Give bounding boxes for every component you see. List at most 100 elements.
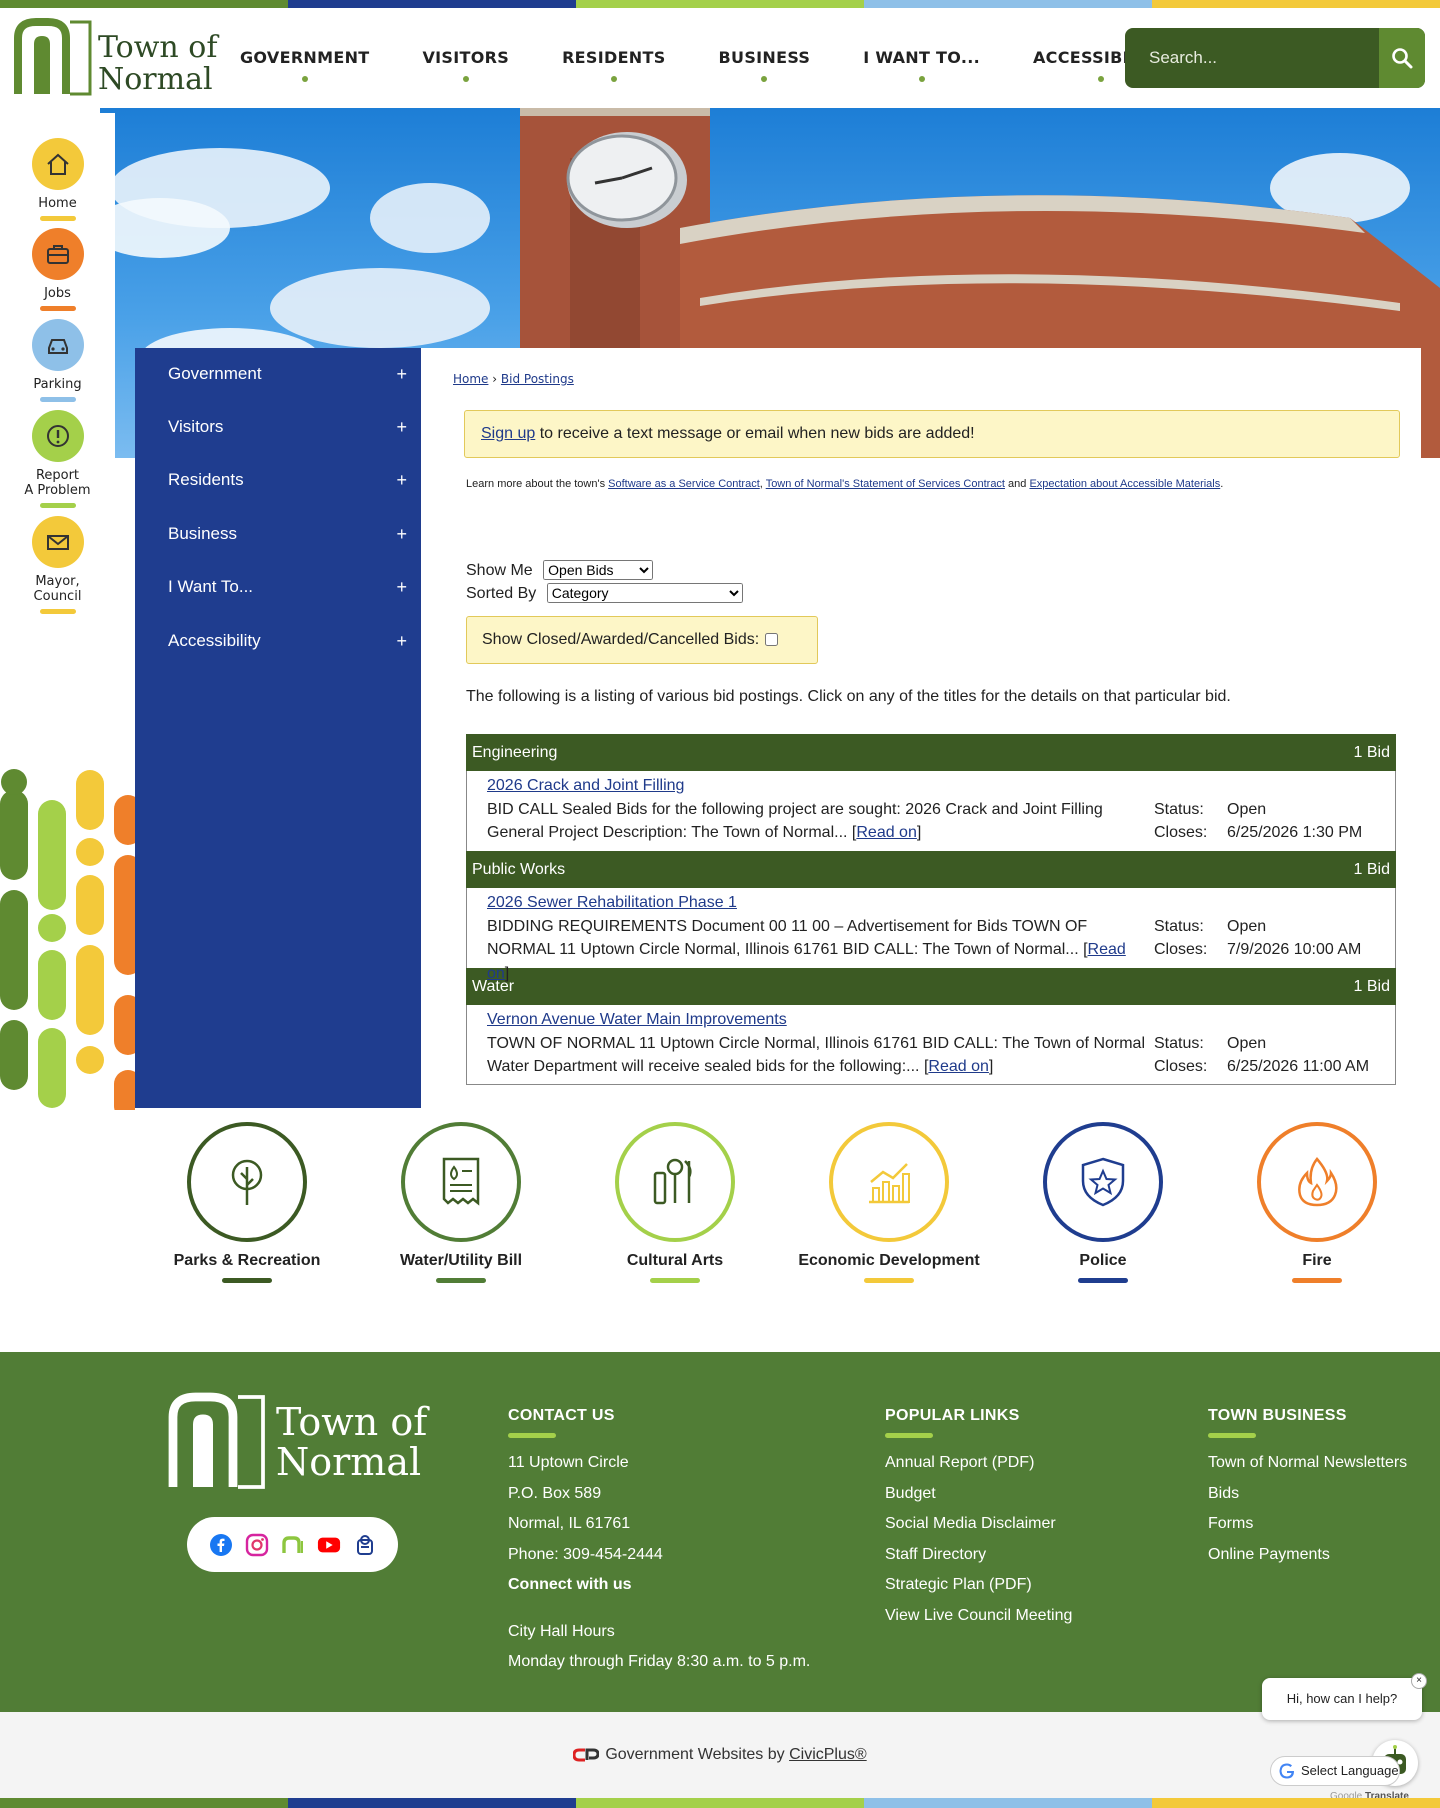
- expand-plus-icon[interactable]: +: [396, 508, 407, 560]
- bid-title-link[interactable]: Vernon Avenue Water Main Improvements: [487, 1011, 787, 1028]
- closes-label: Closes:: [1154, 941, 1208, 958]
- feature-cultural-arts[interactable]: Cultural Arts: [568, 1122, 782, 1283]
- feature-bar: [436, 1278, 486, 1283]
- closes-label: Closes:: [1154, 1058, 1208, 1075]
- phone-line[interactable]: Phone: 309-454-2444: [508, 1540, 810, 1571]
- side-nav-government[interactable]: Government +: [135, 348, 421, 400]
- quick-link-parking[interactable]: Parking: [0, 319, 115, 402]
- show-me-select[interactable]: Open Bids: [543, 560, 654, 580]
- quick-link-mayor-council[interactable]: Mayor, Council: [0, 516, 115, 614]
- town-logo[interactable]: Town of Normal: [14, 18, 219, 100]
- bid-description: BIDDING REQUIREMENTS Document 00 11 00 –…: [487, 917, 1126, 982]
- feature-economic-development[interactable]: Economic Development: [782, 1122, 996, 1283]
- feature-fire[interactable]: Fire: [1210, 1122, 1424, 1283]
- category-name: Public Works: [472, 861, 566, 878]
- close-icon[interactable]: ×: [1411, 1673, 1427, 1689]
- tree-icon: [187, 1122, 307, 1242]
- quick-link-jobs[interactable]: Jobs: [0, 228, 115, 311]
- side-nav-label: Accessibility: [168, 631, 261, 650]
- signup-link[interactable]: Sign up: [481, 425, 535, 442]
- nav-i-want-to[interactable]: I WANT TO...: [863, 48, 980, 82]
- feature-parks-recreation[interactable]: Parks & Recreation: [140, 1122, 354, 1283]
- status-label: Status:: [1154, 1034, 1204, 1052]
- bid-title-link[interactable]: 2026 Sewer Rehabilitation Phase 1: [487, 894, 737, 911]
- nav-dot: [462, 76, 469, 82]
- quick-link-home[interactable]: Home: [0, 138, 115, 221]
- expand-plus-icon[interactable]: +: [396, 348, 407, 400]
- side-nav-business[interactable]: Business +: [135, 508, 421, 560]
- nav-residents[interactable]: RESIDENTS: [562, 48, 665, 82]
- footer-link[interactable]: Online Payments: [1208, 1540, 1407, 1571]
- footer-logo[interactable]: Town of Normal: [168, 1392, 428, 1492]
- learn-prefix: Learn more about the town's: [466, 478, 609, 490]
- expand-plus-icon[interactable]: +: [396, 401, 407, 453]
- search-input[interactable]: [1125, 28, 1377, 88]
- show-closed-label: Show Closed/Awarded/Cancelled Bids:: [482, 631, 760, 648]
- footer-link[interactable]: Budget: [885, 1479, 1072, 1510]
- nav-dot: [918, 76, 925, 82]
- services-contract-link[interactable]: Town of Normal's Statement of Services C…: [766, 478, 1005, 490]
- expand-plus-icon[interactable]: +: [396, 561, 407, 613]
- show-closed-checkbox[interactable]: [765, 633, 779, 647]
- address-line: Normal, IL 61761: [508, 1515, 631, 1532]
- feature-bar: [650, 1278, 700, 1283]
- side-nav-residents[interactable]: Residents +: [135, 454, 421, 506]
- instagram-icon[interactable]: [245, 1533, 269, 1557]
- breadcrumb-home-link[interactable]: Home: [453, 372, 488, 386]
- read-on-link[interactable]: Read on: [856, 824, 917, 841]
- closes-value: 6/25/2026 1:30 PM: [1227, 824, 1363, 841]
- footer-link[interactable]: Annual Report (PDF): [885, 1448, 1072, 1479]
- quick-link-label: Home: [38, 196, 77, 211]
- breadcrumb-current-link[interactable]: Bid Postings: [501, 372, 574, 386]
- notify-me-icon[interactable]: [353, 1533, 377, 1557]
- footer-link[interactable]: Bids: [1208, 1479, 1407, 1510]
- nav-visitors[interactable]: VISITORS: [422, 48, 509, 82]
- feature-label: Water/Utility Bill: [399, 1252, 523, 1269]
- footer-link[interactable]: View Live Council Meeting: [885, 1601, 1072, 1632]
- quick-link-label: Parking: [33, 377, 82, 392]
- mail-icon: [31, 516, 84, 568]
- footer-link[interactable]: Staff Directory: [885, 1540, 1072, 1571]
- nav-label: I WANT TO...: [863, 48, 980, 67]
- nextdoor-icon[interactable]: [281, 1533, 305, 1557]
- saas-contract-link[interactable]: Software as a Service Contract: [608, 478, 760, 490]
- side-nav-visitors[interactable]: Visitors +: [135, 401, 421, 453]
- sorted-by-select[interactable]: Category: [546, 583, 743, 603]
- alert-icon: [31, 410, 84, 462]
- language-selector[interactable]: Select Language: [1270, 1756, 1400, 1786]
- footer-logo-line1: Town of: [276, 1400, 428, 1444]
- feature-bar: [222, 1278, 272, 1283]
- bid-item: Vernon Avenue Water Main Improvements TO…: [466, 1005, 1396, 1085]
- connect-with-us-link[interactable]: Connect with us: [508, 1570, 810, 1601]
- expand-plus-icon[interactable]: +: [396, 454, 407, 506]
- footer-link[interactable]: Social Media Disclaimer: [885, 1509, 1072, 1540]
- footer-link[interactable]: Strategic Plan (PDF): [885, 1570, 1072, 1601]
- feature-water-utility-bill[interactable]: Water/Utility Bill: [354, 1122, 568, 1283]
- facebook-icon[interactable]: [209, 1533, 233, 1557]
- side-nav-i-want-to[interactable]: I Want To... +: [135, 561, 421, 613]
- quick-links-panel: Home Jobs Parking Report A Problem Mayor…: [0, 113, 115, 623]
- nav-business[interactable]: BUSINESS: [719, 48, 811, 82]
- status-value: Open: [1227, 1034, 1267, 1052]
- quick-link-report-problem[interactable]: Report A Problem: [0, 410, 115, 508]
- expand-plus-icon[interactable]: +: [396, 615, 407, 667]
- read-on-link[interactable]: Read on: [928, 1058, 989, 1075]
- quick-link-label2: A Problem: [24, 483, 91, 498]
- address-line: 11 Uptown Circle: [508, 1454, 629, 1471]
- briefcase-icon: [31, 228, 84, 280]
- accessible-materials-link[interactable]: Expectation about Accessible Materials: [1029, 478, 1220, 490]
- chat-prompt[interactable]: Hi, how can I help? ×: [1262, 1673, 1427, 1720]
- civicplus-link[interactable]: CivicPlus®: [789, 1746, 867, 1763]
- footer-link[interactable]: Town of Normal Newsletters: [1208, 1448, 1407, 1479]
- bid-title-link[interactable]: 2026 Crack and Joint Filling: [487, 777, 684, 794]
- footer-link[interactable]: Forms: [1208, 1509, 1407, 1540]
- feature-police[interactable]: Police: [996, 1122, 1210, 1283]
- bid-description: TOWN OF NORMAL 11 Uptown Circle Normal, …: [487, 1034, 1145, 1076]
- nav-government[interactable]: GOVERNMENT: [240, 48, 369, 82]
- closes-label: Closes:: [1154, 824, 1208, 841]
- side-nav-accessibility[interactable]: Accessibility +: [135, 615, 421, 667]
- search-button[interactable]: [1379, 28, 1425, 88]
- youtube-icon[interactable]: [317, 1533, 341, 1557]
- site-footer: Town of Normal CONTACT US 11 Uptown Circl…: [0, 1352, 1440, 1712]
- social-links: [187, 1517, 398, 1572]
